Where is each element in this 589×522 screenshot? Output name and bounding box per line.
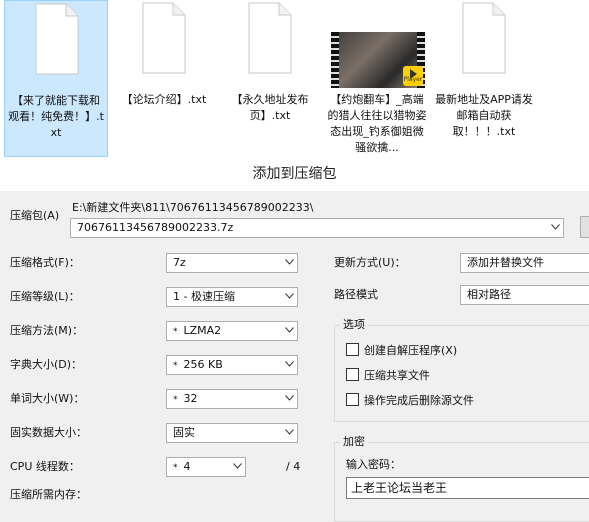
level-label: 压缩等级(L)：: [10, 290, 80, 303]
threads-total: / 4: [286, 460, 301, 473]
level-select[interactable]: 1 - 极速压缩: [166, 287, 298, 307]
browse-button[interactable]: [580, 216, 589, 238]
file-item[interactable]: Player 【约炮翻车】_高端的猎人往往以猎物姿态出现_钓系御姐微骚欲擒...: [325, 0, 429, 157]
chevron-down-icon: [285, 293, 294, 299]
solid-select[interactable]: 固实: [166, 423, 298, 443]
default-star-icon: *: [173, 395, 178, 405]
checkbox-box: [346, 368, 359, 381]
delete-source-label: 操作完成后删除源文件: [364, 394, 474, 407]
file-list: 【来了就能下载和观看！纯免费！】.txt 【论坛介绍】.txt 【永久地址发布页…: [0, 0, 589, 157]
format-select[interactable]: 7z: [166, 253, 298, 273]
shared-checkbox[interactable]: 压缩共享文件: [346, 368, 430, 384]
format-value: 7z: [173, 256, 186, 269]
dialog-title: 添加到压缩包: [0, 157, 589, 191]
pathmode-label: 路径模式: [334, 288, 378, 301]
dict-select[interactable]: * 256 KB: [166, 355, 298, 375]
chevron-down-icon: [285, 361, 294, 367]
file-name: 【永久地址发布页】.txt: [231, 93, 309, 122]
file-name: 【来了就能下载和观看！纯免费！】.txt: [8, 94, 104, 139]
file-item[interactable]: 【来了就能下载和观看！纯免费！】.txt: [4, 0, 108, 157]
default-star-icon: *: [173, 463, 178, 473]
pathmode-value: 相对路径: [467, 288, 511, 301]
text-file-icon: [462, 2, 506, 74]
delete-source-checkbox[interactable]: 操作完成后删除源文件: [346, 393, 474, 409]
archive-label: 压缩包(A): [10, 209, 60, 222]
pathmode-select[interactable]: 相对路径: [460, 285, 589, 305]
password-input[interactable]: 上老王论坛当老王: [346, 477, 589, 499]
shared-label: 压缩共享文件: [364, 369, 430, 382]
archive-path: E:\新建文件夹\811\70676113456789002233\: [72, 201, 314, 214]
file-item[interactable]: 【论坛介绍】.txt: [112, 0, 216, 157]
word-select[interactable]: * 32: [166, 389, 298, 409]
chevron-down-icon: [285, 429, 294, 435]
sfx-label: 创建自解压程序(X): [364, 344, 458, 357]
method-label: 压缩方法(M)：: [10, 324, 84, 337]
text-file-icon: [35, 3, 79, 75]
update-value: 添加并替换文件: [467, 256, 544, 269]
text-file-icon: [248, 2, 292, 74]
word-label: 单词大小(W)：: [10, 392, 85, 405]
threads-value: 4: [183, 460, 191, 473]
video-thumbnail: Player: [331, 32, 425, 88]
method-select[interactable]: * LZMA2: [166, 321, 298, 341]
file-name: 最新地址及APP请发邮箱自动获取！！！.txt: [435, 93, 533, 138]
dict-label: 字典大小(D)：: [10, 358, 83, 371]
file-item[interactable]: 最新地址及APP请发邮箱自动获取！！！.txt: [432, 0, 536, 157]
default-star-icon: *: [173, 361, 178, 371]
memory-label: 压缩所需内存：: [10, 488, 87, 501]
add-to-archive-dialog: 添加到压缩包 压缩包(A) E:\新建文件夹\811\7067611345678…: [0, 157, 589, 522]
update-label: 更新方式(U)：: [334, 256, 406, 269]
text-file-icon: [142, 2, 186, 74]
checkbox-box: [346, 393, 359, 406]
chevron-down-icon: [285, 259, 294, 265]
threads-select[interactable]: * 4: [166, 457, 246, 477]
update-select[interactable]: 添加并替换文件: [460, 253, 589, 273]
solid-label: 固实数据大小：: [10, 426, 87, 439]
file-name: 【约炮翻车】_高端的猎人往往以猎物姿态出现_钓系御姐微骚欲擒...: [327, 93, 427, 154]
method-value: LZMA2: [183, 324, 222, 337]
default-star-icon: *: [173, 327, 178, 337]
file-item[interactable]: 【永久地址发布页】.txt: [218, 0, 322, 157]
archive-name-combo[interactable]: 70676113456789002233.7z: [70, 218, 564, 238]
solid-value: 固实: [173, 426, 195, 439]
chevron-down-icon: [285, 327, 294, 333]
level-value: 1 - 极速压缩: [173, 290, 235, 303]
checkbox-box: [346, 343, 359, 356]
dict-value: 256 KB: [183, 358, 223, 371]
archive-name-value: 70676113456789002233.7z: [77, 221, 234, 234]
sfx-checkbox[interactable]: 创建自解压程序(X): [346, 343, 457, 359]
word-value: 32: [183, 392, 198, 405]
options-title: 选项: [340, 318, 368, 332]
chevron-down-icon: [285, 395, 294, 401]
player-badge-icon: Player: [403, 66, 423, 86]
chevron-down-icon: [551, 224, 560, 230]
format-label: 压缩格式(F)：: [10, 256, 80, 269]
chevron-down-icon: [233, 463, 242, 469]
file-name: 【论坛介绍】.txt: [121, 93, 207, 106]
encryption-title: 加密: [340, 435, 368, 449]
threads-label: CPU 线程数：: [10, 460, 80, 473]
password-label: 输入密码：: [346, 458, 401, 471]
